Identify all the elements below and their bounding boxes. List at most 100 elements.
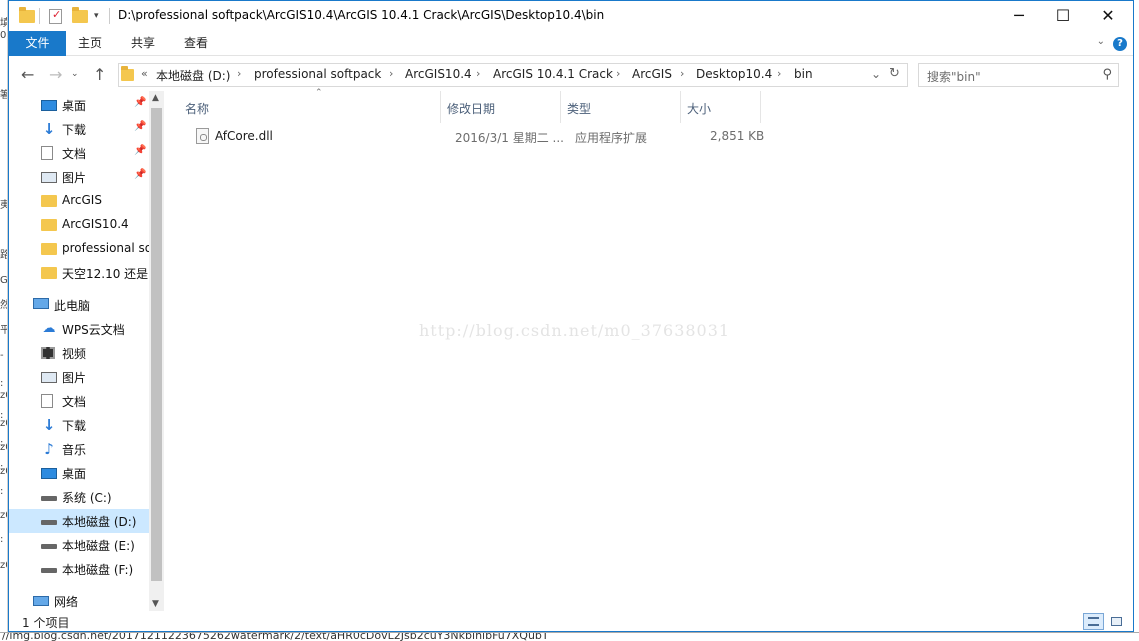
sidebar-item-label: ArcGIS10.4 <box>62 217 129 231</box>
sidebar-item[interactable]: 本地磁盘 (E:) <box>9 533 149 557</box>
file-name: AfCore.dll <box>215 129 273 143</box>
sidebar-item[interactable]: 天空12.10 还是 <box>9 261 149 285</box>
sidebar-item[interactable]: 视频 <box>9 341 149 365</box>
scrollbar-thumb[interactable] <box>151 108 162 581</box>
breadcrumb-arcgis104[interactable]: ArcGIS10.4 <box>405 67 472 81</box>
sidebar-item-label: ArcGIS <box>62 193 102 207</box>
breadcrumb-professional-softpack[interactable]: professional softpack <box>254 67 381 81</box>
video-icon <box>41 347 55 359</box>
column-header-modified[interactable]: 修改日期 <box>441 91 561 123</box>
sidebar-item[interactable]: professional so <box>9 237 149 261</box>
breadcrumb-desktop104[interactable]: Desktop10.4 <box>696 67 772 81</box>
details-view-button[interactable] <box>1083 613 1104 630</box>
sidebar-item[interactable]: 本地磁盘 (F:) <box>9 557 149 581</box>
search-placeholder: 搜索"bin" <box>927 70 981 84</box>
sidebar-item[interactable]: 网络 <box>9 589 149 611</box>
quick-access-dropdown-icon[interactable]: ▾ <box>94 11 110 27</box>
breadcrumb-chevron-icon[interactable]: › <box>476 67 480 80</box>
large-icons-view-button[interactable] <box>1106 613 1127 630</box>
sidebar-item[interactable]: 文档 📌 <box>9 141 149 165</box>
background-char: : <box>0 486 4 497</box>
sidebar-item[interactable]: 此电脑 <box>9 293 149 317</box>
sidebar-item[interactable]: ♪ 音乐 <box>9 437 149 461</box>
close-button[interactable]: ✕ <box>1085 1 1131 31</box>
address-dropdown-icon[interactable]: ⌄ <box>871 67 881 81</box>
tab-view[interactable]: 查看 <box>173 31 219 56</box>
breadcrumb-chevron-icon[interactable]: › <box>237 67 241 80</box>
sidebar-item-label: 网络 <box>54 595 79 609</box>
pin-icon[interactable]: 📌 <box>134 121 146 132</box>
sidebar-item[interactable]: 图片 <box>9 365 149 389</box>
new-folder-icon[interactable] <box>72 7 88 24</box>
background-char: z0 <box>0 510 7 521</box>
breadcrumb-arcgis[interactable]: ArcGIS <box>632 67 672 81</box>
pin-icon[interactable]: 📌 <box>134 145 146 156</box>
tab-file[interactable]: 文件 <box>9 31 66 56</box>
download-icon: ↓ <box>42 120 56 138</box>
status-bar: 1 个项目 <box>9 611 1133 631</box>
breadcrumb-chevron-icon[interactable]: › <box>777 67 781 80</box>
background-char: G <box>0 275 8 286</box>
search-icon[interactable]: ⚲ <box>1102 67 1112 82</box>
address-bar[interactable]: « 本地磁盘 (D:) › professional softpack › Ar… <box>118 63 908 87</box>
help-icon[interactable]: ? <box>1113 37 1127 51</box>
sidebar-item[interactable]: ☁ WPS云文档 <box>9 317 149 341</box>
sidebar-item[interactable]: 本地磁盘 (D:) <box>9 509 149 533</box>
breadcrumb-chevron-icon[interactable]: › <box>680 67 684 80</box>
sidebar-item[interactable]: 系统 (C:) <box>9 485 149 509</box>
sidebar-item-label: 音乐 <box>62 443 87 457</box>
tab-home[interactable]: 主页 <box>67 31 113 56</box>
breadcrumb-chevron-icon[interactable]: › <box>616 67 620 80</box>
sidebar-item[interactable]: 图片 📌 <box>9 165 149 189</box>
column-header-name[interactable]: 名称 ⌃ <box>179 88 441 123</box>
sidebar-item-label: 本地磁盘 (F:) <box>62 563 134 577</box>
up-button[interactable]: ↑ <box>93 65 106 84</box>
sidebar-item[interactable]: ↓ 下载 <box>9 413 149 437</box>
minimize-button[interactable]: ─ <box>996 1 1042 31</box>
column-header-size[interactable]: 大小 <box>681 91 761 123</box>
column-header-type[interactable]: 类型 <box>561 91 681 123</box>
sidebar-item-label: 图片 <box>62 371 87 385</box>
breadcrumb-bin[interactable]: bin <box>794 67 813 81</box>
sidebar-item-label: 系统 (C:) <box>62 491 112 505</box>
properties-icon[interactable]: ✓ <box>49 8 62 24</box>
table-row[interactable]: AfCore.dll 2016/3/1 星期二 ... 应用程序扩展 2,851… <box>179 125 769 147</box>
drive-icon <box>41 496 57 501</box>
breadcrumb-chevron-icon[interactable]: › <box>389 67 393 80</box>
refresh-icon[interactable]: ↻ <box>889 66 900 81</box>
breadcrumb-drive-d[interactable]: 本地磁盘 (D:) <box>156 67 230 84</box>
ribbon-tabs: 文件 主页 共享 查看 ⌄ ? <box>9 31 1133 56</box>
breadcrumb-overflow[interactable]: « <box>141 67 148 80</box>
this-pc-icon <box>33 298 49 309</box>
maximize-button[interactable]: ☐ <box>1040 1 1086 31</box>
pin-icon[interactable]: 📌 <box>134 97 146 108</box>
title-bar: ✓ ▾ D:\professional softpack\ArcGIS10.4\… <box>9 1 1133 31</box>
sidebar-item[interactable]: 桌面 <box>9 461 149 485</box>
column-label: 名称 <box>185 102 210 116</box>
background-char: z0 <box>0 466 7 477</box>
sidebar-item-label: 文档 <box>62 147 87 161</box>
back-button[interactable]: ← <box>21 65 34 84</box>
sidebar-item[interactable]: 文档 <box>9 389 149 413</box>
sidebar-item-label: WPS云文档 <box>62 323 125 337</box>
sidebar-item[interactable]: ↓ 下载 📌 <box>9 117 149 141</box>
sidebar-item[interactable]: 桌面 📌 <box>9 93 149 117</box>
tab-share[interactable]: 共享 <box>120 31 166 56</box>
navigation-scrollbar[interactable]: ▲ ▼ <box>149 91 164 611</box>
cloud-icon: ☁ <box>42 321 56 336</box>
breadcrumb-arcgis-crack[interactable]: ArcGIS 10.4.1 Crack <box>493 67 613 81</box>
background-char: z0 <box>0 442 7 453</box>
scroll-up-icon[interactable]: ▲ <box>152 93 159 103</box>
dll-file-icon <box>196 128 209 144</box>
sidebar-item[interactable]: ArcGIS <box>9 189 149 213</box>
search-box[interactable]: 搜索"bin" ⚲ <box>918 63 1119 87</box>
sidebar-item[interactable]: ArcGIS10.4 <box>9 213 149 237</box>
pin-icon[interactable]: 📌 <box>134 169 146 180</box>
file-type: 应用程序扩展 <box>575 131 648 145</box>
expand-ribbon-icon[interactable]: ⌄ <box>1097 36 1105 47</box>
document-icon <box>41 394 53 408</box>
scroll-down-icon[interactable]: ▼ <box>152 599 159 609</box>
forward-button[interactable]: → <box>49 65 62 84</box>
recent-locations-icon[interactable]: ⌄ <box>71 69 79 79</box>
background-char: 0 <box>0 30 7 41</box>
